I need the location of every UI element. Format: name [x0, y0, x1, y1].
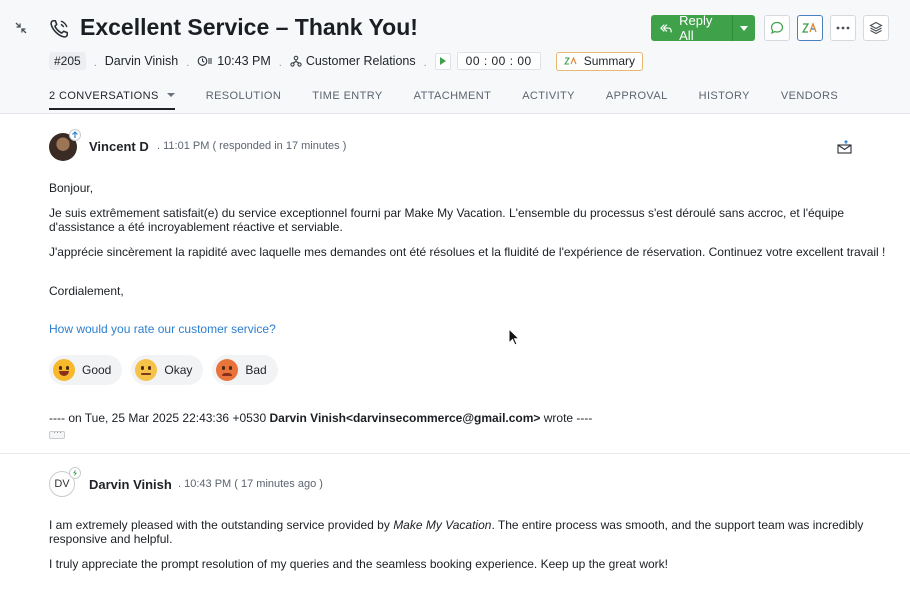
emoji-bad-icon: [216, 359, 239, 381]
quoted-header: ---- on Tue, 25 Mar 2025 22:43:36 +0530 …: [49, 411, 593, 425]
tab-vendors[interactable]: VENDORS: [781, 90, 838, 109]
message-paragraph: Cordialement,: [49, 284, 124, 298]
sender-name[interactable]: Darvin Vinish: [89, 477, 172, 492]
chevron-down-icon: [166, 93, 175, 98]
show-quoted-text-button[interactable]: [49, 427, 65, 439]
play-icon: [439, 57, 446, 65]
ticket-header: Excellent Service – Thank You! Reply All: [0, 0, 910, 114]
summary-button[interactable]: Summary: [555, 51, 644, 71]
timer-play-button[interactable]: [434, 52, 451, 70]
message-paragraph: I am extremely pleased with the outstand…: [49, 518, 864, 546]
emoji-good-icon: [53, 359, 75, 381]
due-time[interactable]: 10:43 PM: [197, 54, 271, 68]
reply-mail-icon[interactable]: [837, 140, 852, 154]
meta-separator: .: [278, 57, 282, 69]
conversation-divider: [0, 453, 910, 454]
rating-options: Good Okay Bad: [49, 355, 278, 385]
tab-attachment[interactable]: ATTACHMENT: [414, 90, 492, 109]
rating-bad-button[interactable]: Bad: [212, 355, 278, 385]
ticket-tabs: 2 CONVERSATIONS RESOLUTION TIME ENTRY AT…: [49, 90, 838, 110]
meta-separator: .: [423, 57, 427, 69]
department-icon: [290, 55, 302, 67]
message-paragraph: J'apprécie sincèrement la rapidité avec …: [49, 245, 886, 259]
collapse-icon[interactable]: [14, 21, 28, 35]
tab-resolution[interactable]: RESOLUTION: [206, 90, 282, 109]
more-button[interactable]: [830, 15, 856, 41]
layers-icon: [869, 21, 883, 35]
contact-name[interactable]: Darvin Vinish: [105, 54, 178, 68]
summary-icon: [563, 56, 577, 65]
message-paragraph: Je suis extrêmement satisfait(e) du serv…: [49, 206, 845, 234]
tab-time-entry[interactable]: TIME ENTRY: [312, 90, 382, 109]
mouse-cursor-icon: [508, 328, 521, 346]
phone-icon: [50, 19, 69, 38]
timer-display: 00 : 00 : 00: [456, 52, 541, 70]
tab-history[interactable]: HISTORY: [699, 90, 750, 109]
ticket-meta: #205 . Darvin Vinish . 10:43 PM . Custom…: [49, 51, 644, 71]
tab-activity[interactable]: ACTIVITY: [522, 90, 575, 109]
message-paragraph: Bonjour,: [49, 181, 94, 195]
message-time: . 10:43 PM ( 17 minutes ago ): [178, 478, 323, 490]
reply-options-button[interactable]: [733, 15, 755, 41]
rating-good-button[interactable]: Good: [49, 355, 123, 385]
tab-conversations[interactable]: 2 CONVERSATIONS: [49, 90, 175, 110]
zia-icon: [802, 22, 817, 33]
meta-separator: .: [93, 57, 97, 69]
layers-button[interactable]: [863, 15, 889, 41]
zia-button[interactable]: [797, 15, 823, 41]
ticket-title: Excellent Service – Thank You!: [80, 14, 418, 40]
department[interactable]: Customer Relations: [290, 54, 416, 68]
tab-approval[interactable]: APPROVAL: [606, 90, 668, 109]
reply-all-label: Reply All: [679, 15, 713, 41]
clock-icon: [197, 56, 213, 66]
channel-badge-icon: [69, 129, 81, 141]
message-paragraph: I truly appreciate the prompt resolution…: [49, 557, 669, 571]
reply-all-button[interactable]: Reply All: [651, 15, 733, 41]
avatar: DV: [49, 467, 81, 499]
avatar: [49, 129, 81, 161]
chevron-down-icon: [740, 25, 748, 31]
ticket-id: #205: [49, 52, 86, 70]
emoji-okay-icon: [135, 359, 158, 381]
channel-badge-icon: [69, 467, 81, 479]
ticket-timer: 00 : 00 : 00: [434, 52, 541, 70]
rating-okay-button[interactable]: Okay: [131, 355, 204, 385]
reply-all-group: Reply All: [651, 15, 755, 41]
reply-all-icon: [660, 23, 672, 32]
comment-button[interactable]: [764, 15, 790, 41]
rating-prompt: How would you rate our customer service?: [49, 322, 276, 336]
message-time: . 11:01 PM ( responded in 17 minutes ): [157, 140, 347, 152]
more-icon: [836, 26, 850, 30]
sender-name[interactable]: Vincent D: [89, 139, 149, 154]
meta-separator: .: [186, 57, 190, 69]
chat-icon: [770, 21, 784, 35]
